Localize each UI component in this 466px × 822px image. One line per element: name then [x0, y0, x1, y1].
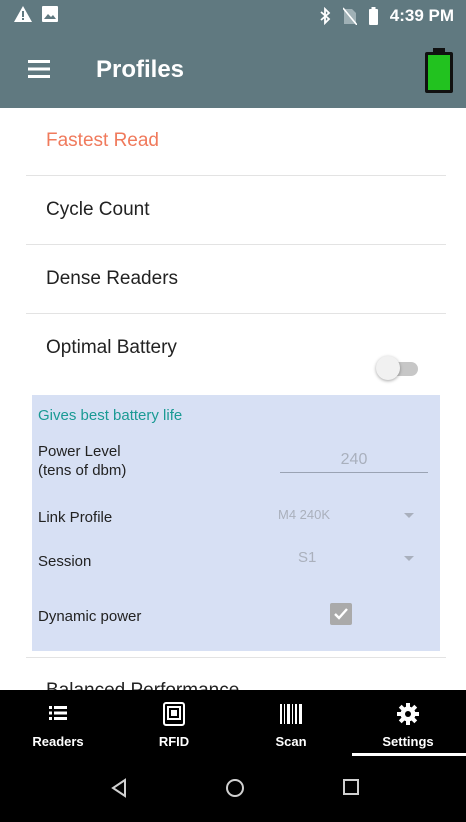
status-time: 4:39 PM — [389, 6, 454, 25]
no-sim-icon — [342, 7, 357, 25]
recents-icon[interactable] — [342, 778, 360, 796]
profile-item-balanced-performance[interactable]: Balanced Performance — [26, 657, 446, 691]
chevron-down-icon — [404, 513, 414, 518]
toggle-thumb — [376, 356, 400, 380]
image-icon — [42, 6, 58, 22]
list-icon — [49, 706, 67, 720]
power-level-label: Power Level (tens of dbm) — [38, 443, 127, 479]
system-nav-bar — [0, 756, 466, 822]
nav-label: Settings — [382, 734, 434, 749]
profile-item-dense-readers[interactable]: Dense Readers — [26, 246, 446, 314]
link-profile-label: Link Profile — [38, 509, 113, 526]
profile-item-cycle-count[interactable]: Cycle Count — [26, 177, 446, 245]
profile-label: Fastest Read — [46, 130, 159, 151]
dynamic-power-label: Dynamic power — [38, 608, 142, 625]
dynamic-power-checkbox[interactable] — [330, 603, 352, 625]
profile-item-fastest-read[interactable]: Fastest Read — [26, 108, 446, 176]
page-title: Profiles — [96, 56, 185, 83]
warning-icon — [14, 6, 32, 22]
link-profile-select[interactable]: M4 240K — [278, 501, 428, 531]
link-profile-value: M4 240K — [278, 507, 331, 522]
back-icon[interactable] — [110, 778, 128, 798]
bottom-nav: Readers RFID Scan Settings — [0, 690, 466, 756]
session-value: S1 — [298, 549, 317, 566]
power-level-input[interactable]: 240 — [280, 447, 428, 473]
optimal-battery-toggle[interactable] — [376, 356, 420, 380]
session-select[interactable]: S1 — [278, 543, 428, 573]
profile-label: Optimal Battery — [46, 337, 177, 358]
checkmark-icon — [334, 608, 348, 620]
profile-label: Dense Readers — [46, 268, 179, 289]
nav-item-readers[interactable]: Readers — [0, 690, 116, 756]
barcode-icon — [280, 704, 302, 724]
nav-label: Readers — [32, 734, 84, 749]
bluetooth-icon — [320, 7, 331, 25]
reader-battery-icon[interactable] — [424, 48, 454, 94]
home-icon[interactable] — [225, 778, 245, 798]
battery-status-icon — [368, 7, 378, 25]
chevron-down-icon — [404, 556, 414, 561]
profile-label: Cycle Count — [46, 199, 150, 220]
nav-item-settings[interactable]: Settings — [350, 690, 466, 756]
nav-label: RFID — [158, 734, 190, 749]
nav-item-rfid[interactable]: RFID — [116, 690, 232, 756]
nav-item-scan[interactable]: Scan — [233, 690, 349, 756]
session-label: Session — [38, 553, 92, 570]
app-bar: Profiles — [0, 34, 466, 108]
nav-label: Scan — [275, 734, 307, 749]
menu-icon[interactable] — [28, 60, 50, 78]
status-bar: 4:39 PM — [0, 0, 466, 34]
rfid-icon — [163, 702, 185, 726]
details-heading: Gives best battery life — [38, 407, 183, 424]
profile-details-panel: Gives best battery life Power Level (ten… — [32, 395, 440, 651]
gear-icon — [397, 703, 419, 725]
